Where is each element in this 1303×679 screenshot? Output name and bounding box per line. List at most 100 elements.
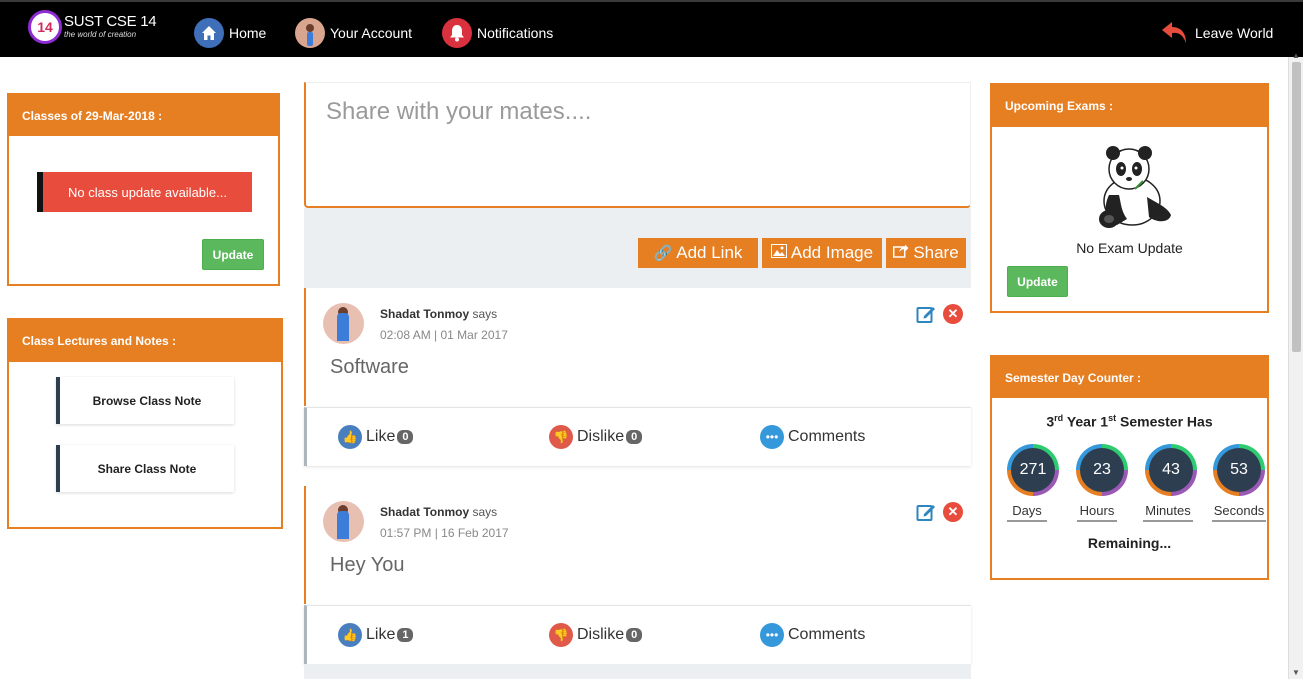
nav-home-label: Home xyxy=(229,25,267,41)
post-reactions: 👍 Like 1 👎 Dislike 0 ••• Comments xyxy=(304,605,971,664)
add-link-button[interactable]: 🔗 Add Link xyxy=(638,238,758,268)
post-card: Shadat Tonmoy says 02:08 AM | 01 Mar 201… xyxy=(304,288,971,406)
dislike-button[interactable]: 👎 Dislike 0 xyxy=(549,623,643,647)
like-label: Like xyxy=(366,626,396,643)
comments-label: Comments xyxy=(788,626,866,643)
seconds-value: 53 xyxy=(1217,448,1261,492)
like-button[interactable]: 👍 Like 1 xyxy=(338,623,414,647)
avatar[interactable] xyxy=(323,501,364,542)
comments-label: Comments xyxy=(788,428,866,445)
dislike-button[interactable]: 👎 Dislike 0 xyxy=(549,425,643,449)
brand-badge: 14 xyxy=(28,10,62,44)
thumbs-down-icon: 👎 xyxy=(549,425,573,449)
nav-account[interactable]: Your Account xyxy=(295,18,412,48)
share-icon xyxy=(893,244,909,262)
seconds-label: Seconds xyxy=(1212,503,1266,522)
seconds-counter: 53 xyxy=(1213,444,1265,496)
hours-counter: 23 xyxy=(1076,444,1128,496)
like-count: 1 xyxy=(397,628,414,642)
post-timestamp: 01:57 PM | 16 Feb 2017 xyxy=(380,526,509,540)
top-navbar: 14 SUST CSE 14 the world of creation Hom… xyxy=(0,0,1303,57)
post-says: says xyxy=(472,505,498,519)
minutes-counter: 43 xyxy=(1145,444,1197,496)
scroll-up-arrow-icon[interactable]: ▲ xyxy=(1292,51,1300,60)
hours-value: 23 xyxy=(1080,448,1124,492)
delete-icon[interactable]: ✕ xyxy=(943,502,963,522)
edit-icon[interactable] xyxy=(916,502,936,522)
bell-icon xyxy=(442,18,472,48)
minutes-value: 43 xyxy=(1149,448,1193,492)
feed-spacer xyxy=(304,664,971,679)
comments-button[interactable]: ••• Comments xyxy=(760,623,865,647)
share-label: Share xyxy=(913,243,959,262)
share-class-note-button[interactable]: Share Class Note xyxy=(56,445,234,492)
share-button[interactable]: Share xyxy=(886,238,966,268)
post-card: Shadat Tonmoy says 01:57 PM | 16 Feb 201… xyxy=(304,486,971,604)
nav-notifications[interactable]: Notifications xyxy=(442,18,553,48)
lectures-panel-title: Class Lectures and Notes : xyxy=(9,320,281,362)
post-reactions: 👍 Like 0 👎 Dislike 0 ••• Comments xyxy=(304,407,971,466)
dislike-count: 0 xyxy=(626,430,643,444)
home-icon xyxy=(194,18,224,48)
add-link-label: Add Link xyxy=(676,243,743,262)
post-author[interactable]: Shadat Tonmoy says xyxy=(380,505,497,519)
semester-heading: 3rd Year 1st Semester Has xyxy=(1046,413,1213,430)
thumbs-down-icon: 👎 xyxy=(549,623,573,647)
delete-icon[interactable]: ✕ xyxy=(943,304,963,324)
brand-subtitle: the world of creation xyxy=(64,30,137,39)
link-icon: 🔗 xyxy=(653,245,673,262)
classes-panel-title: Classes of 29-Mar-2018 : xyxy=(9,95,278,136)
scroll-thumb[interactable] xyxy=(1292,62,1301,352)
no-exam-message: No Exam Update xyxy=(1076,240,1183,256)
nav-leave-world[interactable]: Leave World xyxy=(1160,18,1273,48)
hours-label: Hours xyxy=(1077,503,1117,522)
browse-class-note-button[interactable]: Browse Class Note xyxy=(56,377,234,424)
days-counter: 271 xyxy=(1007,444,1059,496)
add-image-label: Add Image xyxy=(790,243,874,262)
semester-counter-panel: Semester Day Counter : 3rd Year 1st Seme… xyxy=(990,355,1269,580)
no-class-alert: No class update available... xyxy=(37,172,252,212)
post-timestamp: 02:08 AM | 01 Mar 2017 xyxy=(380,328,508,342)
thumbs-up-icon: 👍 xyxy=(338,623,362,647)
days-value: 271 xyxy=(1011,448,1055,492)
post-says: says xyxy=(472,307,498,321)
exams-panel: Upcoming Exams : No Exam Update Update xyxy=(990,83,1269,313)
post-text: Hey You xyxy=(330,554,405,576)
scroll-down-arrow-icon[interactable]: ▼ xyxy=(1292,668,1300,677)
remaining-label: Remaining... xyxy=(1087,535,1172,551)
share-input[interactable] xyxy=(306,83,970,206)
nav-leave-label: Leave World xyxy=(1195,25,1274,41)
brand-title: SUST CSE 14 xyxy=(64,13,157,30)
like-count: 0 xyxy=(397,430,414,444)
comment-bubble-icon: ••• xyxy=(760,425,784,449)
avatar-icon xyxy=(295,18,325,48)
days-label: Days xyxy=(1007,503,1047,522)
nav-account-label: Your Account xyxy=(330,25,412,41)
comments-button[interactable]: ••• Comments xyxy=(760,425,865,449)
back-arrow-icon xyxy=(1160,18,1190,48)
avatar[interactable] xyxy=(323,303,364,344)
classes-update-button[interactable]: Update xyxy=(202,239,264,270)
dislike-label: Dislike xyxy=(577,428,625,445)
dislike-count: 0 xyxy=(626,628,643,642)
exams-panel-title: Upcoming Exams : xyxy=(992,85,1267,127)
edit-icon[interactable] xyxy=(916,304,936,324)
image-icon xyxy=(770,244,787,262)
nav-home[interactable]: Home xyxy=(194,18,266,48)
classes-panel: Classes of 29-Mar-2018 : No class update… xyxy=(7,93,280,286)
post-author[interactable]: Shadat Tonmoy says xyxy=(380,307,497,321)
thumbs-up-icon: 👍 xyxy=(338,425,362,449)
share-composer xyxy=(304,82,971,208)
add-image-button[interactable]: Add Image xyxy=(762,238,882,268)
lectures-panel: Class Lectures and Notes : Browse Class … xyxy=(7,318,283,529)
panda-illustration xyxy=(1087,145,1177,231)
brand-logo[interactable]: 14 SUST CSE 14 the world of creation xyxy=(28,8,158,48)
exams-update-button[interactable]: Update xyxy=(1007,266,1068,297)
composer-actions: 🔗 Add Link Add Image Share xyxy=(304,208,971,288)
counter-panel-title: Semester Day Counter : xyxy=(992,357,1267,398)
dislike-label: Dislike xyxy=(577,626,625,643)
like-label: Like xyxy=(366,428,396,445)
like-button[interactable]: 👍 Like 0 xyxy=(338,425,414,449)
page-scrollbar[interactable]: ▲ ▼ xyxy=(1288,51,1303,679)
post-text: Software xyxy=(330,356,409,378)
